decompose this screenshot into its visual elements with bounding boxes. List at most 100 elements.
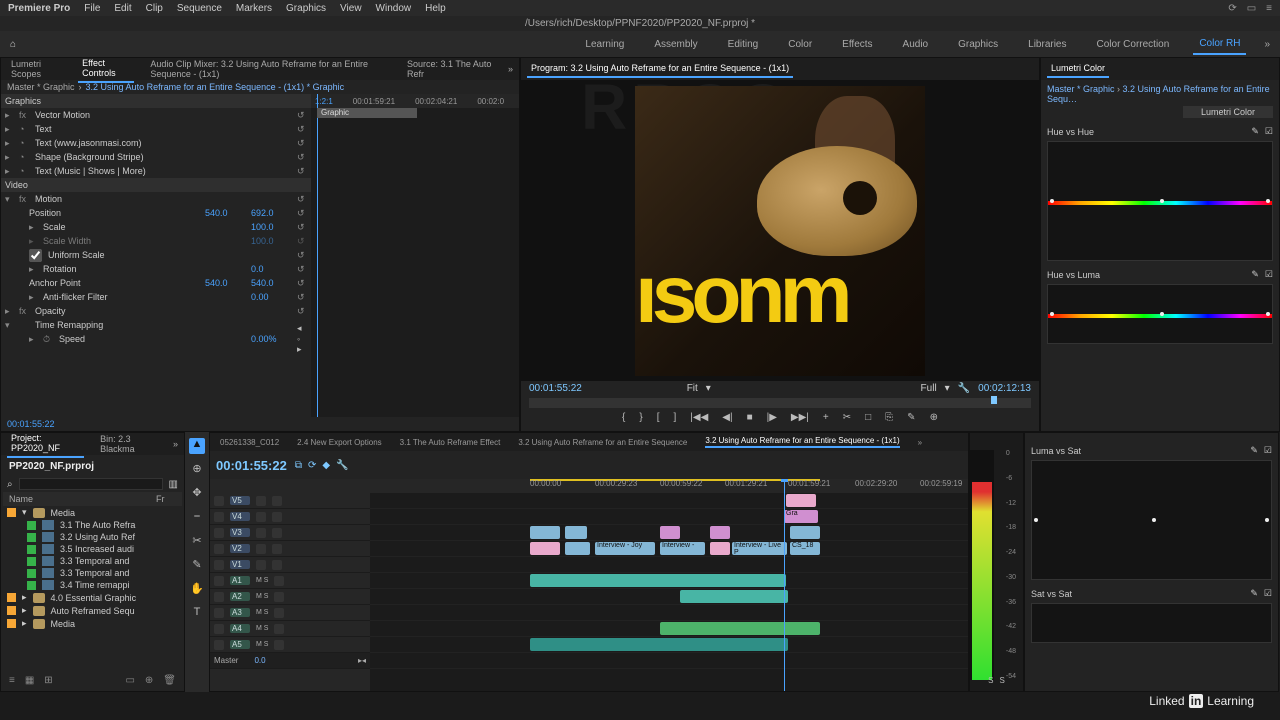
linked-toggle[interactable]: ⟳	[308, 460, 316, 471]
track-a1[interactable]: A1	[230, 576, 250, 585]
mac-menu-file[interactable]: File	[84, 3, 100, 14]
ec-anchor-y[interactable]: 540.0	[251, 278, 291, 288]
tabs-more-icon[interactable]: »	[173, 439, 178, 449]
proj-item[interactable]: ▸Media	[3, 617, 182, 630]
ec-scale-value[interactable]: 100.0	[251, 222, 291, 232]
tl-tab-2[interactable]: 3.1 The Auto Reframe Effect	[400, 438, 501, 447]
lane-a4[interactable]	[370, 621, 968, 637]
track-v2[interactable]: V2	[230, 544, 250, 553]
chevron-down-icon[interactable]: ▾	[945, 383, 950, 394]
ws-color-correction[interactable]: Color Correction	[1091, 35, 1176, 54]
ws-editing[interactable]: Editing	[722, 35, 765, 54]
clip[interactable]: Interview - Live P	[732, 542, 787, 555]
sync-icon[interactable]: ⟳	[1228, 3, 1236, 14]
add-button[interactable]: ⊕	[930, 412, 938, 423]
audio-clip[interactable]	[530, 574, 786, 587]
ec-speed-value[interactable]: 0.00%	[251, 334, 291, 344]
mac-menu-window[interactable]: Window	[376, 3, 412, 14]
go-in-button[interactable]: [	[657, 412, 660, 423]
lane-a1[interactable]	[370, 573, 968, 589]
clip[interactable]	[565, 542, 590, 555]
track-v5[interactable]: V5	[230, 496, 250, 505]
step-back-button[interactable]: |◀◀	[690, 412, 708, 423]
ec-flicker-value[interactable]: 0.00	[251, 292, 291, 302]
lane-master[interactable]	[370, 653, 968, 669]
clip[interactable]: Interview -	[660, 542, 705, 555]
razor-tool[interactable]: ⎯	[189, 510, 205, 526]
clip[interactable]: Interview - Joy	[595, 542, 655, 555]
lane-v5[interactable]	[370, 493, 968, 509]
clip[interactable]: CS_18	[790, 542, 820, 555]
icon-view-icon[interactable]: ▦	[25, 675, 34, 686]
step-fwd-button[interactable]: ▶▶|	[791, 412, 809, 423]
col-name[interactable]: Name	[9, 494, 156, 504]
solo-right[interactable]: S	[1000, 676, 1005, 685]
track-eye[interactable]	[256, 496, 266, 506]
toggle-icon[interactable]: ☑	[1265, 269, 1273, 280]
lane-v1[interactable]	[370, 557, 968, 573]
ws-graphics[interactable]: Graphics	[952, 35, 1004, 54]
ws-color[interactable]: Color	[782, 35, 818, 54]
program-viewport[interactable]: ısonm	[635, 86, 925, 376]
ec-text[interactable]: Text	[35, 124, 291, 134]
mark-in-button[interactable]: {	[622, 412, 625, 423]
ec-seq-link[interactable]: 3.2 Using Auto Reframe for an Entire Seq…	[86, 82, 345, 92]
track-v1[interactable]: V1	[230, 560, 250, 569]
track-a5[interactable]: A5	[230, 640, 250, 649]
tabs-more-icon[interactable]: »	[508, 64, 513, 74]
ec-mini-clip[interactable]: Graphic	[317, 108, 417, 118]
ws-effects[interactable]: Effects	[836, 35, 878, 54]
track-a2[interactable]: A2	[230, 592, 250, 601]
play-stop-button[interactable]: ■	[747, 412, 753, 423]
new-item-button[interactable]: ⊕	[145, 675, 153, 686]
proj-item[interactable]: 3.1 The Auto Refra	[3, 519, 182, 531]
ec-footer-timecode[interactable]: 00:01:55:22	[1, 417, 519, 431]
slip-tool[interactable]: ✂	[189, 534, 205, 550]
luma-vs-sat-curve[interactable]	[1031, 460, 1272, 580]
ec-anchor-x[interactable]: 540.0	[205, 278, 245, 288]
ws-learning[interactable]: Learning	[579, 35, 630, 54]
proj-item[interactable]: 3.2 Using Auto Ref	[3, 531, 182, 543]
wrench-icon[interactable]: 🔧	[336, 460, 348, 471]
clip[interactable]	[530, 542, 560, 555]
ec-text-more[interactable]: Text (Music | Shows | More)	[35, 166, 291, 176]
pen-tool[interactable]: ✎	[189, 558, 205, 574]
menu-icon[interactable]: ≡	[1266, 3, 1272, 14]
home-icon[interactable]: ⌂	[10, 39, 32, 50]
program-scrub-head[interactable]	[991, 396, 997, 404]
ws-audio[interactable]: Audio	[897, 35, 935, 54]
tab-bin[interactable]: Bin: 2.3 Blackma	[96, 431, 161, 457]
ec-rotation-value[interactable]: 0.0	[251, 264, 291, 274]
ripple-tool[interactable]: ✥	[189, 486, 205, 502]
proj-item[interactable]: 3.3 Temporal and	[3, 555, 182, 567]
comparison-button[interactable]: ⎘	[885, 412, 893, 423]
clip[interactable]	[790, 526, 820, 539]
eyedropper-icon[interactable]: ✎	[1250, 445, 1258, 456]
snap-toggle[interactable]: ⧉	[295, 460, 302, 471]
proj-item[interactable]: ▸4.0 Essential Graphic	[3, 591, 182, 604]
master-volume[interactable]: 0.0	[254, 656, 265, 665]
clip-graphic[interactable]: Gra	[784, 510, 818, 523]
track-v4[interactable]: V4	[230, 512, 250, 521]
track-lock[interactable]	[214, 496, 224, 506]
frame-back-button[interactable]: ◀|	[722, 412, 732, 423]
program-scrub-bar[interactable]	[529, 398, 1031, 408]
mac-menu-markers[interactable]: Markers	[236, 3, 272, 14]
track-lock[interactable]	[214, 576, 224, 586]
go-out-button[interactable]: ]	[674, 412, 677, 423]
mac-menu-view[interactable]: View	[340, 3, 362, 14]
freeform-view-icon[interactable]: ⊞	[44, 675, 52, 686]
tab-source[interactable]: Source: 3.1 The Auto Refr	[403, 56, 496, 82]
track-a4[interactable]: A4	[230, 624, 250, 633]
type-tool[interactable]: T	[189, 606, 205, 622]
program-resolution[interactable]: Full	[921, 383, 937, 394]
hue-vs-hue-curve[interactable]	[1047, 141, 1273, 261]
proj-item[interactable]: 3.3 Temporal and	[3, 567, 182, 579]
tab-effect-controls[interactable]: Effect Controls	[78, 55, 134, 83]
filter-icon[interactable]: ▥	[169, 479, 178, 490]
tab-lumetri-scopes[interactable]: Lumetri Scopes	[7, 56, 66, 82]
track-lock[interactable]	[214, 560, 224, 570]
ec-text-url[interactable]: Text (www.jasonmasi.com)	[35, 138, 291, 148]
track-mute[interactable]	[272, 496, 282, 506]
mac-menu-graphics[interactable]: Graphics	[286, 3, 326, 14]
